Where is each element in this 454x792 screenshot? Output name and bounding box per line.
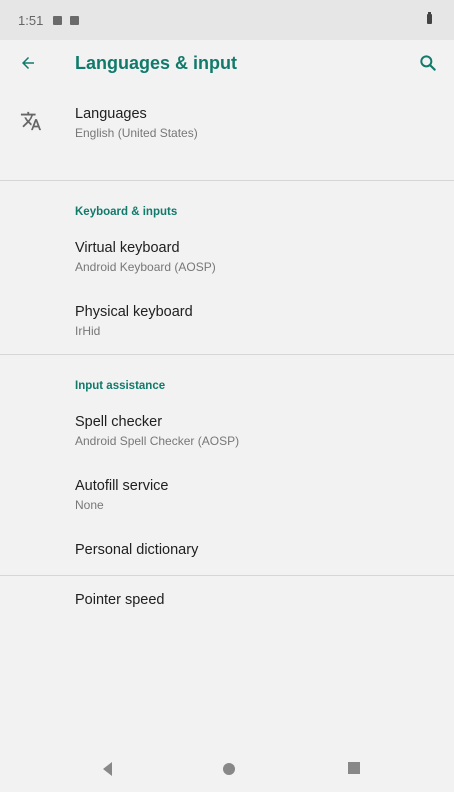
languages-title: Languages: [75, 106, 147, 122]
physical-keyboard-item[interactable]: Physical keyboard IrHid: [0, 304, 454, 338]
notification-icon: [53, 15, 63, 25]
pointer-speed-item[interactable]: Pointer speed: [0, 592, 454, 608]
autofill-service-title: Autofill service: [75, 478, 169, 494]
nav-home-button[interactable]: [222, 762, 236, 781]
divider: [0, 354, 454, 355]
autofill-service-item[interactable]: Autofill service None: [0, 478, 454, 512]
battery-icon: [427, 12, 432, 24]
arrow-back-icon: [22, 57, 34, 69]
virtual-keyboard-item[interactable]: Virtual keyboard Android Keyboard (AOSP): [0, 240, 454, 274]
page-title: Languages & input: [75, 52, 237, 73]
divider: [0, 575, 454, 576]
virtual-keyboard-summary: Android Keyboard (AOSP): [75, 260, 216, 274]
search-icon: [420, 55, 436, 71]
section-header-keyboard: Keyboard & inputs: [75, 206, 178, 218]
status-time: 1:51: [18, 12, 44, 28]
autofill-service-summary: None: [75, 498, 104, 512]
physical-keyboard-summary: IrHid: [75, 324, 101, 338]
personal-dictionary-title: Personal dictionary: [75, 542, 199, 558]
pointer-speed-title: Pointer speed: [75, 592, 165, 608]
status-bar: 1:51: [0, 0, 454, 40]
notification-icon: [70, 15, 80, 25]
languages-item[interactable]: Languages English (United States): [0, 86, 454, 150]
nav-back-icon: [103, 762, 112, 776]
personal-dictionary-item[interactable]: Personal dictionary: [0, 542, 454, 558]
spell-checker-summary: Android Spell Checker (AOSP): [75, 434, 240, 448]
translate-icon: [20, 111, 42, 131]
languages-summary: English (United States): [75, 126, 198, 140]
nav-back-button[interactable]: [100, 760, 116, 783]
spell-checker-title: Spell checker: [75, 414, 163, 430]
nav-recents-icon: [348, 762, 360, 774]
physical-keyboard-title: Physical keyboard: [75, 304, 193, 320]
spell-checker-item[interactable]: Spell checker Android Spell Checker (AOS…: [0, 414, 454, 448]
section-header-assistance: Input assistance: [75, 380, 166, 392]
divider: [0, 180, 454, 181]
virtual-keyboard-title: Virtual keyboard: [75, 240, 180, 256]
back-button[interactable]: [14, 49, 42, 77]
navigation-bar: [0, 748, 454, 792]
search-button[interactable]: [414, 49, 442, 77]
app-bar: Languages & input: [0, 40, 454, 86]
nav-recents-button[interactable]: [347, 761, 361, 780]
nav-home-icon: [223, 763, 235, 775]
